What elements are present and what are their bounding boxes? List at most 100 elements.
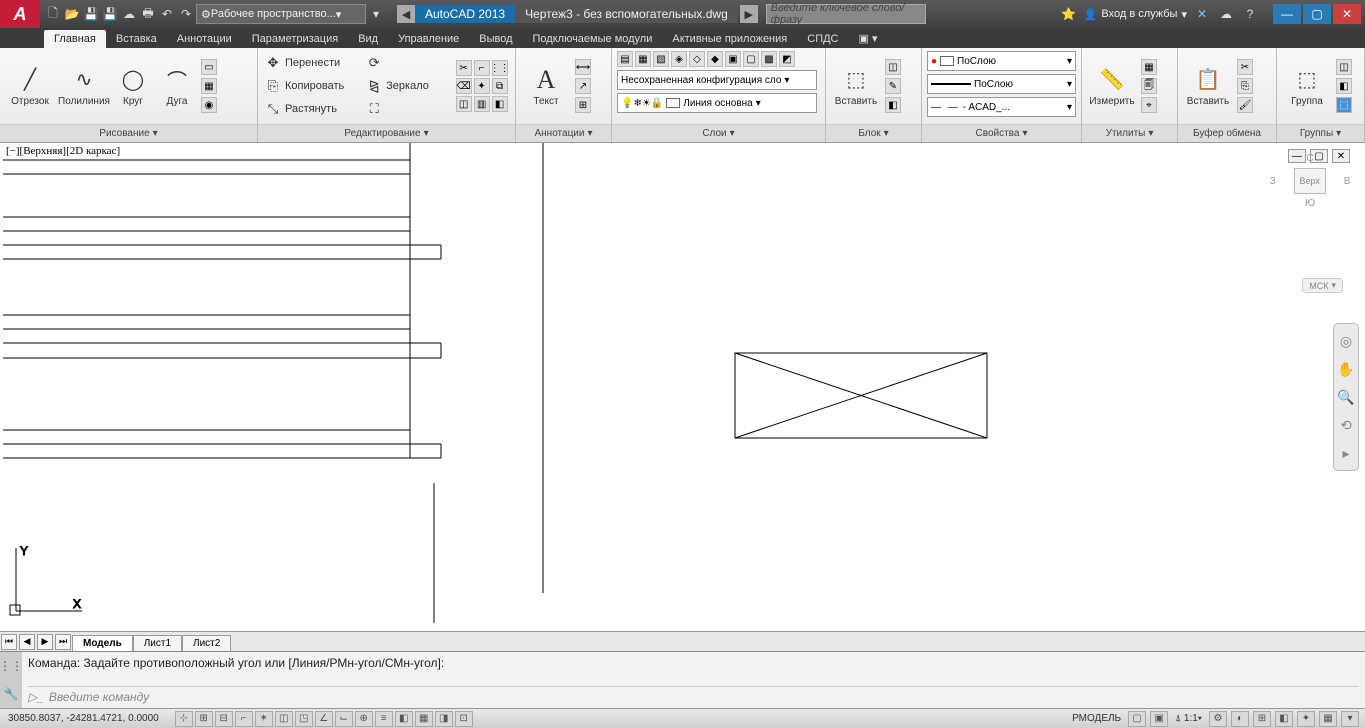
sb-qp-icon[interactable]: ▦ [415, 711, 433, 727]
g3-icon[interactable]: ⬚ [1336, 97, 1352, 113]
rect-icon[interactable]: ▭ [201, 59, 217, 75]
sb-lwt-icon[interactable]: ≡ [375, 711, 393, 727]
sb-otrack-icon[interactable]: ∠ [315, 711, 333, 727]
offset-icon[interactable]: ⧉ [492, 78, 508, 94]
m3-icon[interactable]: ◧ [492, 96, 508, 112]
rotate-button[interactable]: ⟳ [364, 53, 451, 73]
u1-icon[interactable]: ▦ [1141, 59, 1157, 75]
lt-first-icon[interactable]: ⏮ [1, 634, 17, 650]
sb-r7-icon[interactable]: ✦ [1297, 711, 1315, 727]
tab-apps[interactable]: Активные приложения [662, 30, 797, 48]
save-icon[interactable]: 💾 [82, 5, 100, 23]
title-prev-icon[interactable]: ◀ [397, 5, 415, 23]
sb-r8-icon[interactable]: ▦ [1319, 711, 1337, 727]
tab-spds[interactable]: СПДС [797, 30, 848, 48]
cloud-icon[interactable]: ☁ [120, 5, 138, 23]
m1-icon[interactable]: ◫ [456, 96, 472, 112]
copy2-icon[interactable]: ⎘ [1237, 78, 1253, 94]
panel-annot-title[interactable]: Аннотации ▾ [516, 124, 611, 142]
move-button[interactable]: ✥Перенести [263, 53, 360, 73]
saveas-icon[interactable]: 💾 [101, 5, 119, 23]
zoom-icon[interactable]: 🔍 [1337, 388, 1355, 406]
help-icon[interactable]: ? [1241, 5, 1259, 23]
u2-icon[interactable]: 🗐 [1141, 78, 1157, 94]
cloud2-icon[interactable]: ☁ [1217, 5, 1235, 23]
sb-osnap-icon[interactable]: ◫ [275, 711, 293, 727]
sb-r1-icon[interactable]: ▢ [1128, 711, 1146, 727]
b2-icon[interactable]: ✎ [885, 78, 901, 94]
panel-util-title[interactable]: Утилиты ▾ [1082, 124, 1177, 142]
wrench-icon[interactable]: 🔧 [4, 687, 19, 701]
grip-icon[interactable]: ⋮⋮ [0, 659, 23, 673]
tab-manage[interactable]: Управление [388, 30, 469, 48]
line-button[interactable]: ╱Отрезок [5, 66, 55, 107]
wheel-icon[interactable]: ◎ [1337, 332, 1355, 350]
tab-sheet2[interactable]: Лист2 [182, 635, 231, 651]
sb-r6-icon[interactable]: ◧ [1275, 711, 1293, 727]
scale-label[interactable]: ⍋ 1:1▾ [1172, 713, 1205, 724]
hatch-icon[interactable]: ▦ [201, 78, 217, 94]
l3-icon[interactable]: ▧ [653, 51, 669, 67]
match-icon[interactable]: 🖌 [1237, 97, 1253, 113]
panel-block-title[interactable]: Блок ▾ [826, 124, 921, 142]
command-input[interactable]: ▷_Введите команду [28, 686, 1359, 704]
undo-icon[interactable]: ↶ [158, 5, 176, 23]
qat-more-icon[interactable]: ▾ [367, 5, 385, 23]
sb-ortho-icon[interactable]: ⌐ [235, 711, 253, 727]
lt-prev-icon[interactable]: ◀ [19, 634, 35, 650]
layer-state-dropdown[interactable]: Несохраненная конфигурация сло ▾ [617, 70, 817, 90]
l9-icon[interactable]: ▩ [761, 51, 777, 67]
table-icon[interactable]: ⊞ [575, 97, 591, 113]
new-icon[interactable]: 🗋 [44, 5, 62, 23]
sb-infer-icon[interactable]: ⊹ [175, 711, 193, 727]
g1-icon[interactable]: ◫ [1336, 59, 1352, 75]
sb-r2-icon[interactable]: ▣ [1150, 711, 1168, 727]
tab-insert[interactable]: Вставка [106, 30, 167, 48]
show-icon[interactable]: ▸ [1337, 444, 1355, 462]
orbit-icon[interactable]: ⟲ [1337, 416, 1355, 434]
sb-3dosnap-icon[interactable]: ◳ [295, 711, 313, 727]
sb-am-icon[interactable]: ⊡ [455, 711, 473, 727]
tab-home[interactable]: Главная [44, 30, 106, 48]
panel-draw-title[interactable]: Рисование ▾ [0, 124, 257, 142]
dim-icon[interactable]: ⟷ [575, 59, 591, 75]
l6-icon[interactable]: ◆ [707, 51, 723, 67]
tab-plugins[interactable]: Подключаемые модули [523, 30, 663, 48]
panel-modify-title[interactable]: Редактирование ▾ [258, 124, 515, 142]
panel-layers-title[interactable]: Слои ▾ [612, 124, 825, 142]
tab-annotate[interactable]: Аннотации [167, 30, 242, 48]
cut-icon[interactable]: ✂ [1237, 59, 1253, 75]
leader-icon[interactable]: ↗ [575, 78, 591, 94]
open-icon[interactable]: 📂 [63, 5, 81, 23]
workspace-dropdown[interactable]: ⚙ Рабочее пространство... ▾ [196, 4, 366, 24]
fillet-icon[interactable]: ⌐ [474, 60, 490, 76]
panel-group-title[interactable]: Группы ▾ [1277, 124, 1364, 142]
l10-icon[interactable]: ◩ [779, 51, 795, 67]
array-icon[interactable]: ⋮⋮ [492, 60, 508, 76]
scale-button[interactable]: ⛶ [364, 99, 451, 119]
group-button[interactable]: ⬚Группа [1282, 66, 1332, 107]
app-logo[interactable]: A [0, 0, 40, 28]
tab-sheet1[interactable]: Лист1 [133, 635, 182, 651]
wcs-dropdown[interactable]: МСК ▾ [1302, 278, 1343, 293]
arc-button[interactable]: ⌒Дуга [157, 66, 197, 107]
drawing-canvas[interactable]: [−][Верхняя][2D каркас] — ▢ ✕ Y X [0, 143, 1365, 631]
sb-r3-icon[interactable]: ⚙ [1209, 711, 1227, 727]
color-dropdown[interactable]: ●ПоСлою▾ [927, 51, 1076, 71]
space-label[interactable]: РМОДЕЛЬ [1069, 713, 1124, 724]
sb-tpy-icon[interactable]: ◧ [395, 711, 413, 727]
ellipse-icon[interactable]: ◉ [201, 97, 217, 113]
trim-icon[interactable]: ✂ [456, 60, 472, 76]
circle-button[interactable]: ◯Круг [113, 66, 153, 107]
sb-grid-icon[interactable]: ⊟ [215, 711, 233, 727]
paste-button[interactable]: 📋Вставить [1183, 66, 1233, 107]
tab-launcher-icon[interactable]: ▣ ▾ [849, 29, 888, 48]
l8-icon[interactable]: ▢ [743, 51, 759, 67]
sb-snap-icon[interactable]: ⊞ [195, 711, 213, 727]
insert-block-button[interactable]: ⬚Вставить [831, 66, 881, 107]
mirror-button[interactable]: ⧎Зеркало [364, 76, 451, 96]
sb-ducs-icon[interactable]: ⌙ [335, 711, 353, 727]
l1-icon[interactable]: ▤ [617, 51, 633, 67]
linetype-dropdown[interactable]: — —- ACAD_...▾ [927, 97, 1076, 117]
m2-icon[interactable]: ▥ [474, 96, 490, 112]
